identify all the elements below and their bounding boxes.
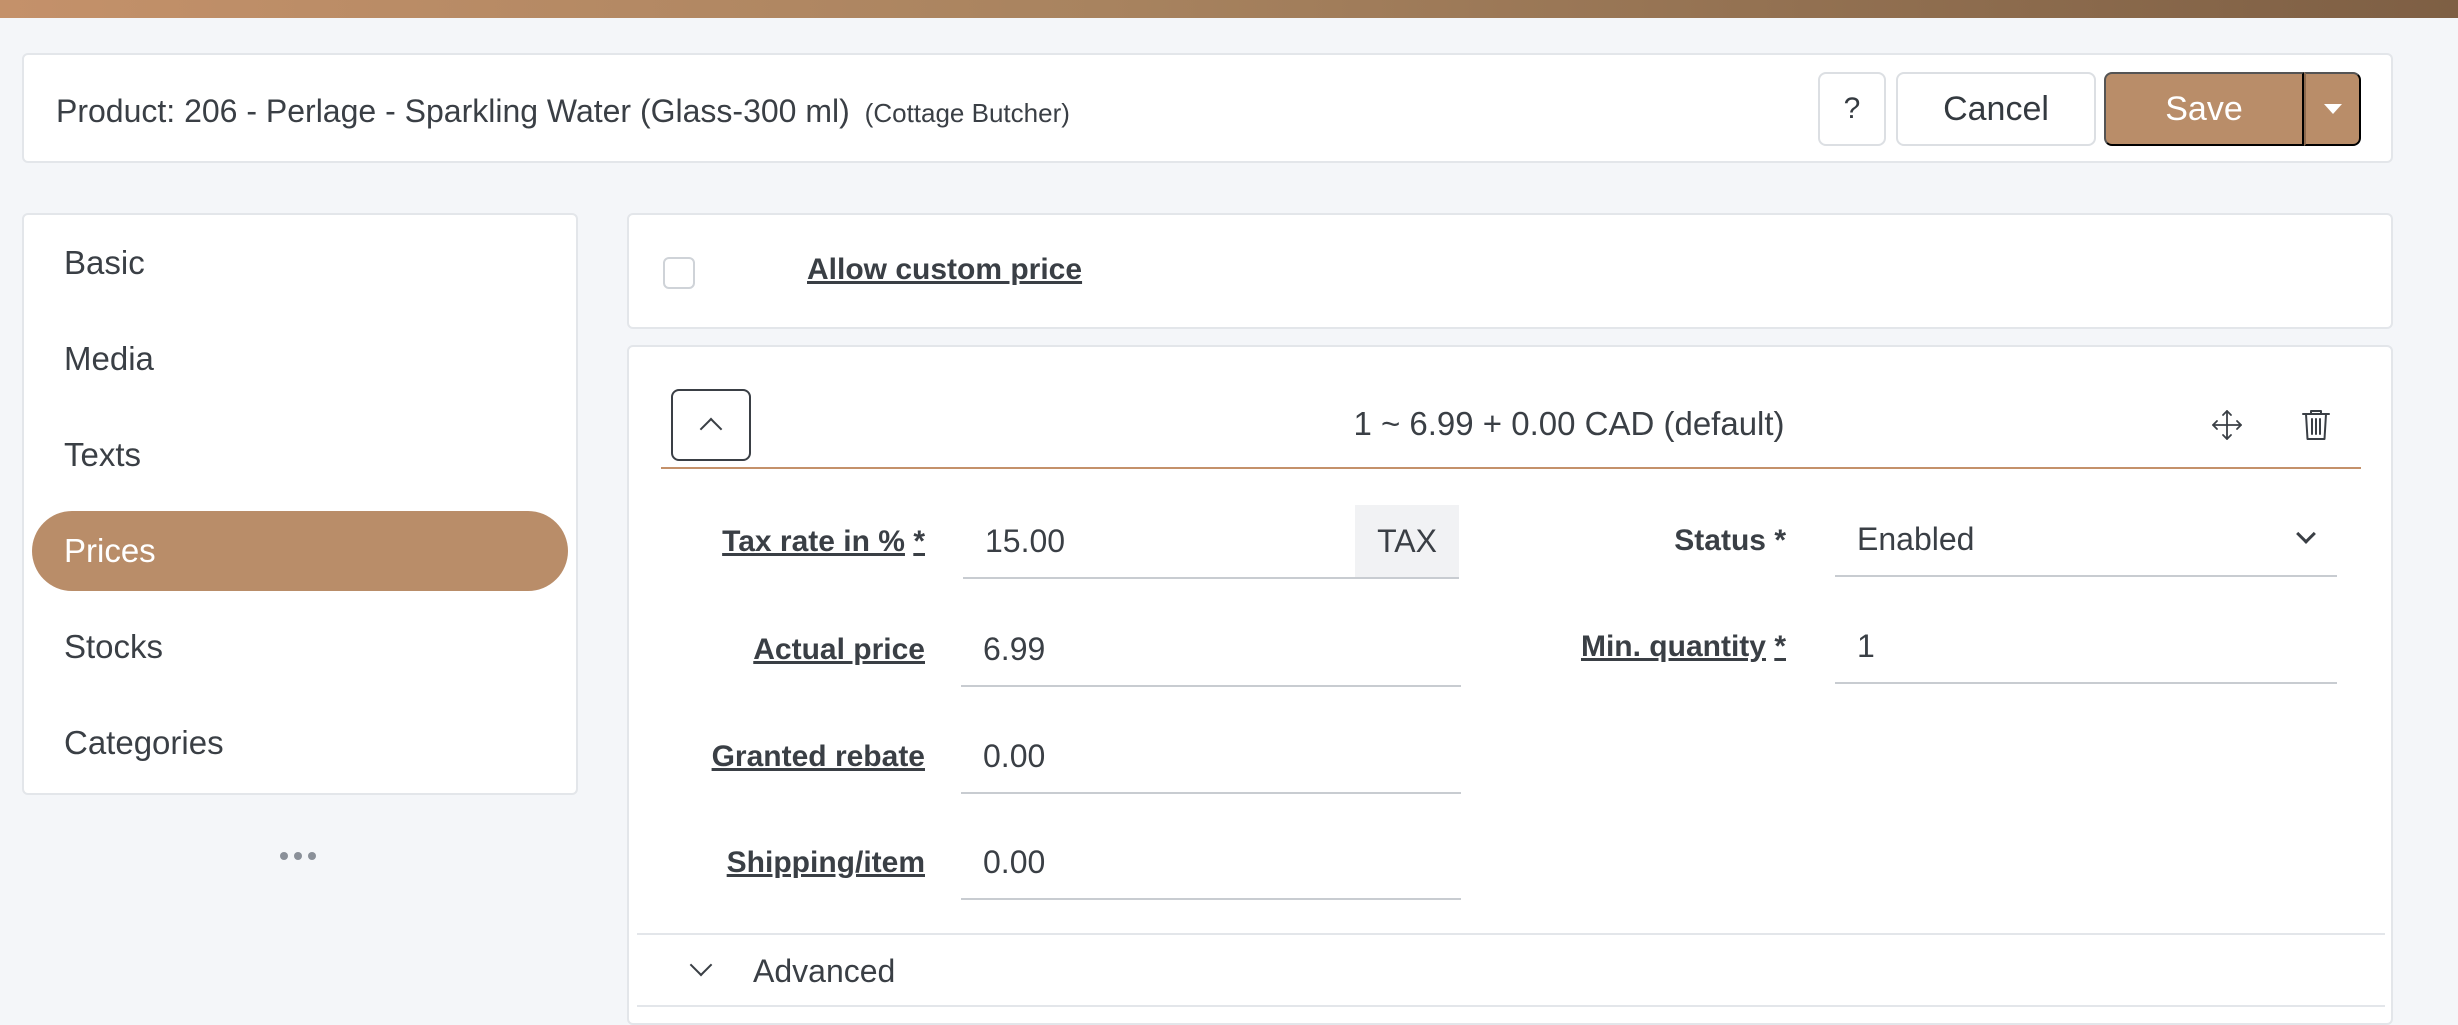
section-sidebar: Basic Media Texts Prices Stocks Categori… — [22, 213, 578, 795]
advanced-toggle[interactable]: Advanced — [637, 933, 2385, 1007]
caret-down-icon — [2323, 104, 2342, 114]
collapse-button[interactable] — [671, 389, 751, 461]
sidebar-item-label: Stocks — [64, 628, 164, 665]
shipping-input[interactable]: 0.00 — [961, 826, 1461, 900]
price-entry-card: 1 ~ 6.99 + 0.00 CAD (default) Tax rate i… — [627, 345, 2393, 1025]
chevron-down-icon — [2296, 524, 2316, 544]
status-label: Status * — [1674, 524, 1786, 557]
status-select[interactable]: Enabled — [1835, 503, 2337, 577]
chevron-down-icon — [689, 953, 713, 977]
product-shop: (Cottage Butcher) — [864, 98, 1070, 128]
product-title: Product: 206 - Perlage - Sparkling Water… — [56, 93, 850, 129]
allow-custom-price-checkbox[interactable] — [663, 257, 695, 289]
save-button[interactable]: Save — [2104, 72, 2304, 146]
sidebar-item-categories[interactable]: Categories — [32, 703, 568, 783]
sidebar-item-label: Prices — [64, 532, 156, 569]
summary-divider — [661, 467, 2361, 469]
sidebar-item-label: Categories — [64, 724, 224, 761]
move-icon[interactable] — [2209, 407, 2245, 443]
granted-rebate-input[interactable]: 0.00 — [961, 720, 1461, 794]
trash-icon[interactable] — [2299, 407, 2333, 443]
actual-price-label: Actual price — [753, 633, 925, 666]
page-title: Product: 206 - Perlage - Sparkling Water… — [56, 93, 1070, 130]
shipping-label: Shipping/item — [726, 846, 925, 879]
sidebar-item-label: Media — [64, 340, 154, 377]
sidebar-item-label: Basic — [64, 244, 145, 281]
granted-rebate-label: Granted rebate — [711, 740, 925, 773]
tax-addon: TAX — [1355, 505, 1459, 577]
top-accent-bar — [0, 0, 2458, 18]
sidebar-item-basic[interactable]: Basic — [32, 223, 568, 303]
sidebar-item-label: Texts — [64, 436, 142, 473]
actual-price-input[interactable]: 6.99 — [961, 613, 1461, 687]
advanced-label: Advanced — [753, 953, 896, 989]
allow-custom-price-label[interactable]: Allow custom price — [807, 253, 1082, 287]
more-options-icon[interactable] — [280, 852, 316, 860]
sidebar-item-stocks[interactable]: Stocks — [32, 607, 568, 687]
chevron-up-icon — [699, 417, 723, 441]
sidebar-item-texts[interactable]: Texts — [32, 415, 568, 495]
tax-rate-label: Tax rate in % * — [722, 525, 925, 558]
min-quantity-label: Min. quantity * — [1580, 630, 1786, 663]
custom-price-card: Allow custom price — [627, 213, 2393, 329]
price-summary: 1 ~ 6.99 + 0.00 CAD (default) — [1353, 405, 1785, 442]
help-button[interactable]: ? — [1818, 72, 1886, 146]
save-options-button[interactable] — [2304, 72, 2361, 146]
tax-rate-input[interactable]: 15.00 TAX — [963, 505, 1459, 579]
cancel-button[interactable]: Cancel — [1896, 72, 2096, 146]
page-header: Product: 206 - Perlage - Sparkling Water… — [22, 53, 2393, 163]
sidebar-item-media[interactable]: Media — [32, 319, 568, 399]
min-quantity-input[interactable]: 1 — [1835, 610, 2337, 684]
sidebar-item-prices[interactable]: Prices — [32, 511, 568, 591]
